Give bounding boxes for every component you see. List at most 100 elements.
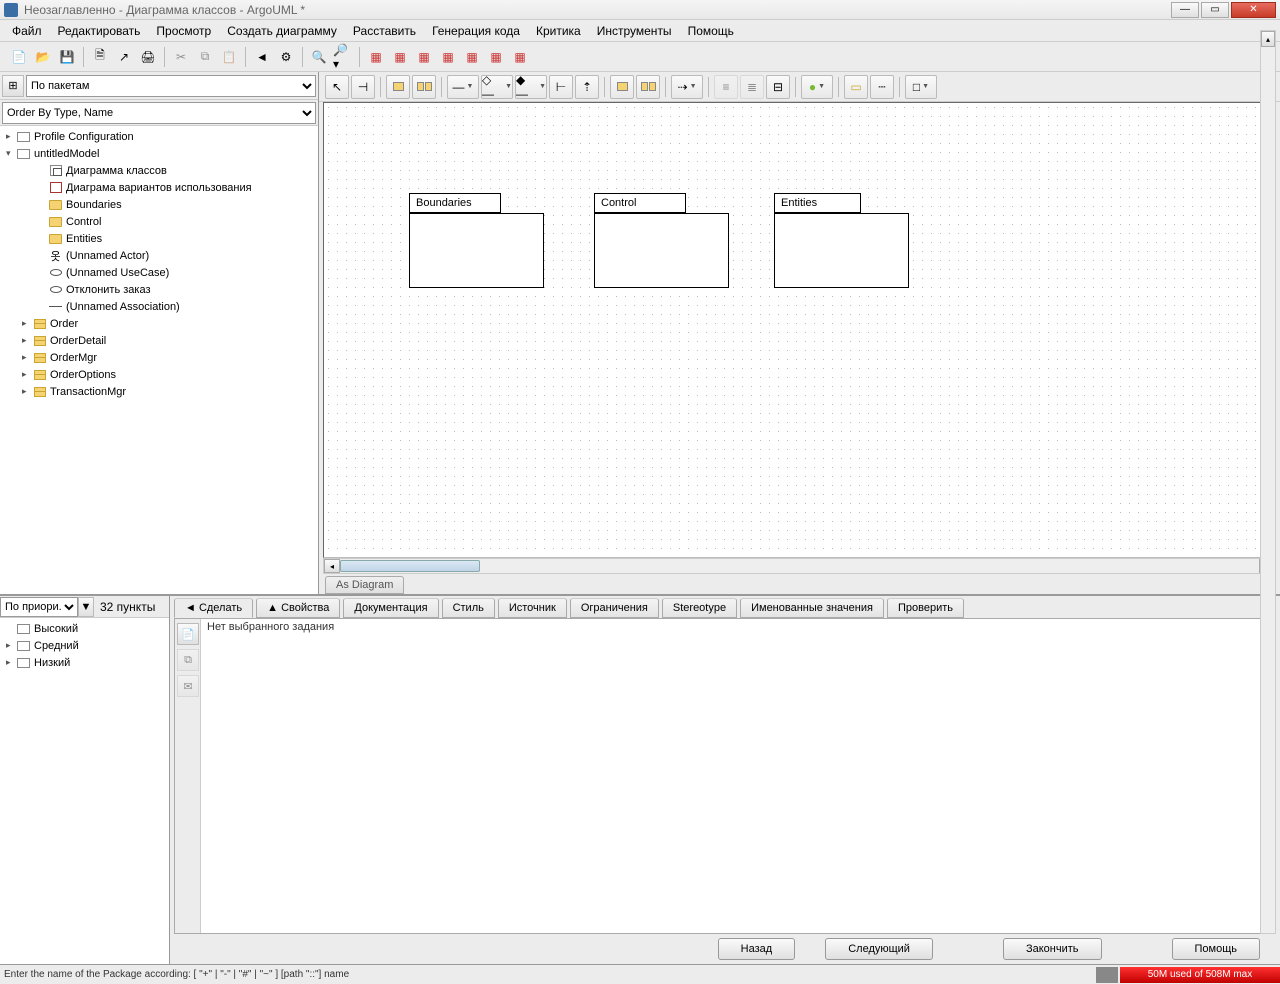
- tree-toggle-icon[interactable]: ▸: [22, 369, 32, 380]
- save-button[interactable]: 💾: [56, 46, 78, 68]
- diag7-button[interactable]: ▦: [509, 46, 531, 68]
- tree-toggle-icon[interactable]: ▸: [22, 335, 32, 346]
- properties-tab[interactable]: Источник: [498, 598, 567, 618]
- menu-создать диаграмму[interactable]: Создать диаграмму: [219, 22, 345, 40]
- package-body[interactable]: [409, 213, 544, 288]
- shape-tool[interactable]: □▼: [905, 75, 937, 99]
- package-shape[interactable]: Control: [594, 193, 729, 288]
- explorer-tree[interactable]: ▸Profile Configuration▾untitledModelДиаг…: [0, 126, 318, 594]
- assocclass-tool[interactable]: ⊟: [766, 75, 790, 99]
- canvas-scrollbar-h[interactable]: ◂ ▸: [323, 558, 1276, 574]
- select-tool[interactable]: ↖: [325, 75, 349, 99]
- real-tool[interactable]: ⇡: [575, 75, 599, 99]
- enum-tool[interactable]: [636, 75, 660, 99]
- todo-sort-dd[interactable]: ▼: [78, 597, 94, 617]
- dep-tool[interactable]: ⇢▼: [671, 75, 703, 99]
- menu-просмотр[interactable]: Просмотр: [148, 22, 219, 40]
- tree-item[interactable]: ▸TransactionMgr: [2, 383, 316, 400]
- note-tool[interactable]: ▭: [844, 75, 868, 99]
- as-diagram-tab[interactable]: As Diagram: [325, 576, 404, 594]
- properties-tab[interactable]: Документация: [343, 598, 438, 618]
- package-body[interactable]: [774, 213, 909, 288]
- paste-button[interactable]: 📋: [218, 46, 240, 68]
- diag5-button[interactable]: ▦: [461, 46, 483, 68]
- tree-item[interactable]: Диаграма вариантов использования: [2, 179, 316, 196]
- nav-config-button[interactable]: ⚙: [275, 46, 297, 68]
- mail-todo-icon[interactable]: ✉: [177, 675, 199, 697]
- menu-редактировать[interactable]: Редактировать: [50, 22, 149, 40]
- nav-back-button[interactable]: ◄: [251, 46, 273, 68]
- package-shape[interactable]: Boundaries: [409, 193, 544, 288]
- tree-item[interactable]: ▾untitledModel: [2, 145, 316, 162]
- diag1-button[interactable]: ▦: [365, 46, 387, 68]
- tree-toggle-icon[interactable]: ▸: [22, 318, 32, 329]
- assoc-tool[interactable]: —▼: [447, 75, 479, 99]
- canvas-scrollbar-v[interactable]: ▴: [1260, 30, 1276, 934]
- copy-button[interactable]: ⧉: [194, 46, 216, 68]
- todo-sort-select[interactable]: По приори...: [0, 597, 78, 617]
- tree-item[interactable]: ▸OrderDetail: [2, 332, 316, 349]
- properties-tab[interactable]: ◄ Сделать: [174, 598, 253, 618]
- package-tool[interactable]: [386, 75, 410, 99]
- class-tool[interactable]: [412, 75, 436, 99]
- tree-item[interactable]: Control: [2, 213, 316, 230]
- find-button[interactable]: 🔍: [308, 46, 330, 68]
- new-button[interactable]: 📄: [8, 46, 30, 68]
- properties-tab[interactable]: ▲ Свойства: [256, 598, 340, 618]
- diagram-canvas[interactable]: BoundariesControlEntities: [324, 103, 1276, 558]
- tree-item[interactable]: Диаграмма классов: [2, 162, 316, 179]
- export-button[interactable]: ↗: [113, 46, 135, 68]
- new-todo-icon[interactable]: 📄: [177, 623, 199, 645]
- menu-критика[interactable]: Критика: [528, 22, 589, 40]
- tree-item[interactable]: ▸Profile Configuration: [2, 128, 316, 145]
- comp-tool[interactable]: ◆—▼: [515, 75, 547, 99]
- gen-tool[interactable]: ⊢: [549, 75, 573, 99]
- tree-item[interactable]: ▸Order: [2, 315, 316, 332]
- diag3-button[interactable]: ▦: [413, 46, 435, 68]
- todo-item[interactable]: Высокий: [2, 620, 167, 637]
- copy-todo-icon[interactable]: ⧉: [177, 649, 199, 671]
- cut-button[interactable]: ✂: [170, 46, 192, 68]
- properties-tab[interactable]: Stereotype: [662, 598, 737, 618]
- tree-toggle-icon[interactable]: ▸: [6, 131, 16, 142]
- zoom-button[interactable]: 🔎▾: [332, 46, 354, 68]
- tree-toggle-icon[interactable]: ▸: [6, 640, 16, 651]
- diag2-button[interactable]: ▦: [389, 46, 411, 68]
- tree-item[interactable]: Entities: [2, 230, 316, 247]
- tree-toggle-icon[interactable]: ▸: [22, 386, 32, 397]
- tree-expand-icon[interactable]: ⊞: [2, 75, 24, 97]
- print-button[interactable]: 🖨: [137, 46, 159, 68]
- help-button[interactable]: Помощь: [1172, 938, 1261, 960]
- tree-item[interactable]: Boundaries: [2, 196, 316, 213]
- tree-item[interactable]: ▸OrderMgr: [2, 349, 316, 366]
- properties-tab[interactable]: Именованные значения: [740, 598, 884, 618]
- todo-item[interactable]: ▸Низкий: [2, 654, 167, 671]
- diag4-button[interactable]: ▦: [437, 46, 459, 68]
- todo-tree[interactable]: Высокий▸Средний▸Низкий: [0, 618, 169, 964]
- open-button[interactable]: 📂: [32, 46, 54, 68]
- oper-tool[interactable]: ≣: [740, 75, 764, 99]
- properties-tab[interactable]: Ограничения: [570, 598, 659, 618]
- tree-item[interactable]: (Unnamed Association): [2, 298, 316, 315]
- todo-item[interactable]: ▸Средний: [2, 637, 167, 654]
- finish-button[interactable]: Закончить: [1003, 938, 1102, 960]
- menu-помощь[interactable]: Помощь: [680, 22, 742, 40]
- broom-tool[interactable]: ⊣: [351, 75, 375, 99]
- properties-tab[interactable]: Стиль: [442, 598, 495, 618]
- next-button[interactable]: Следующий: [825, 938, 933, 960]
- aggr-tool[interactable]: ◇—▼: [481, 75, 513, 99]
- signal-tool[interactable]: ●▼: [801, 75, 833, 99]
- interface-tool[interactable]: [610, 75, 634, 99]
- package-body[interactable]: [594, 213, 729, 288]
- menu-генерация кода[interactable]: Генерация кода: [424, 22, 528, 40]
- tree-item[interactable]: ▸OrderOptions: [2, 366, 316, 383]
- properties-tab[interactable]: Проверить: [887, 598, 964, 618]
- orderby-select[interactable]: Order By Type, Name: [2, 102, 316, 124]
- close-button[interactable]: ✕: [1231, 2, 1276, 18]
- menu-инструменты[interactable]: Инструменты: [589, 22, 680, 40]
- tree-item[interactable]: 옷(Unnamed Actor): [2, 247, 316, 264]
- back-button[interactable]: Назад: [718, 938, 796, 960]
- attr-tool[interactable]: ≡: [714, 75, 738, 99]
- perspective-select[interactable]: По пакетам: [26, 75, 316, 97]
- tree-item[interactable]: (Unnamed UseCase): [2, 264, 316, 281]
